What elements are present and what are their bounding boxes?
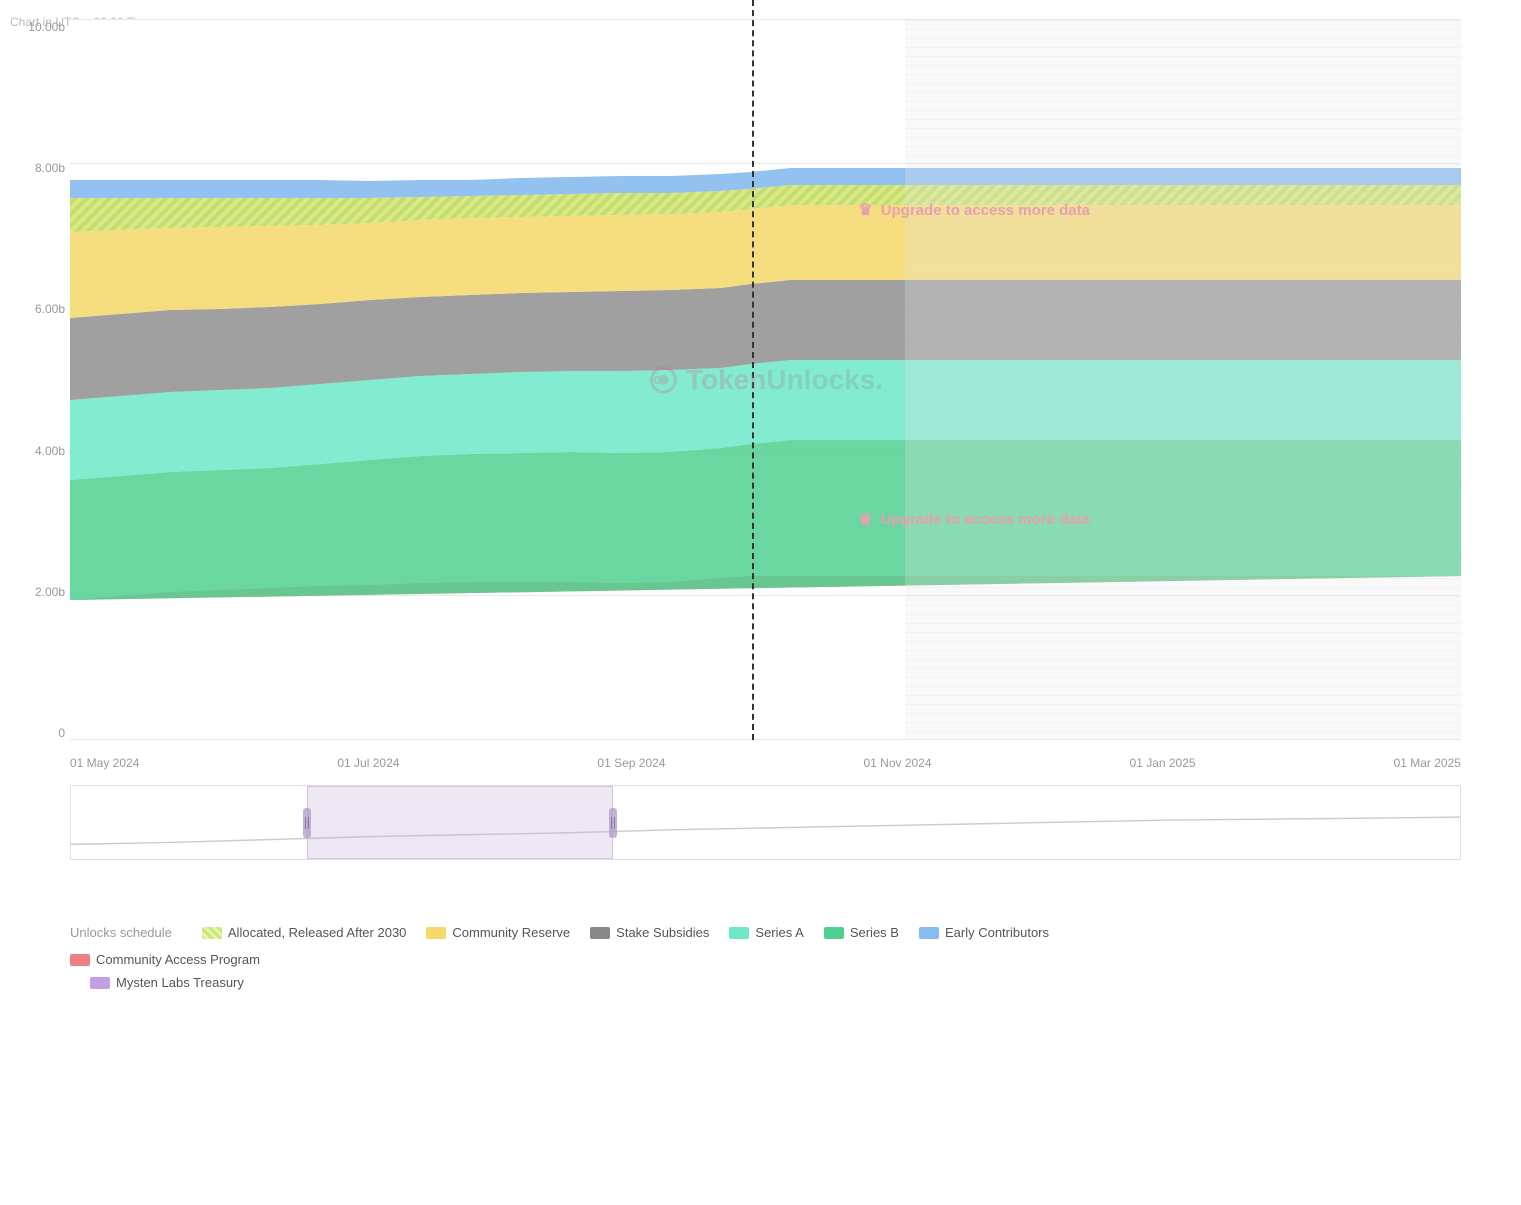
legend-swatch-stake: [590, 927, 610, 939]
y-label-0: 0: [10, 726, 65, 740]
legend-swatch-cap: [70, 954, 90, 966]
legend-item-allocated: Allocated, Released After 2030: [202, 925, 407, 940]
legend-label-stake: Stake Subsidies: [616, 925, 709, 940]
chart-area: 0 2.00b 4.00b 6.00b 8.00b 10.00b: [70, 20, 1461, 740]
legend-item-series-b: Series B: [824, 925, 899, 940]
navigator[interactable]: [70, 785, 1461, 860]
legend: Unlocks schedule Allocated, Released Aft…: [70, 910, 1461, 1005]
legend-swatch-early-contributors: [919, 927, 939, 939]
legend-label-series-a: Series A: [755, 925, 803, 940]
legend-item-mysten: Mysten Labs Treasury: [90, 975, 244, 990]
chart-wrapper: Chart in UTC + 00:00 Time 0 2.00b 4.00b …: [0, 0, 1521, 1205]
crown-icon-bottom: ♛: [858, 510, 872, 530]
legend-swatch-community-reserve: [426, 927, 446, 939]
legend-label-cap: Community Access Program: [96, 952, 260, 967]
x-axis: 01 May 2024 01 Jul 2024 01 Sep 2024 01 N…: [70, 756, 1461, 770]
x-label-5: 01 Mar 2025: [1394, 756, 1461, 770]
upgrade-banner-top[interactable]: ♛ Upgrade to access more data: [858, 200, 1090, 220]
legend-item-early-contributors: Early Contributors: [919, 925, 1049, 940]
x-label-0: 01 May 2024: [70, 756, 139, 770]
navigator-handle-right[interactable]: [609, 808, 617, 838]
legend-label-community-reserve: Community Reserve: [452, 925, 570, 940]
legend-item-cap: Community Access Program: [70, 952, 1461, 967]
handle-lines-left: [305, 817, 309, 829]
legend-swatch-mysten: [90, 977, 110, 989]
legend-item-series-a: Series A: [729, 925, 803, 940]
today-line: Today: [752, 0, 754, 740]
legend-item-community-reserve: Community Reserve: [426, 925, 570, 940]
legend-item-stake: Stake Subsidies: [590, 925, 709, 940]
y-label-2b: 2.00b: [10, 585, 65, 599]
legend-label-allocated: Allocated, Released After 2030: [228, 925, 407, 940]
legend-swatch-series-a: [729, 927, 749, 939]
upgrade-text-bottom: Upgrade to access more data: [881, 511, 1090, 528]
x-label-3: 01 Nov 2024: [863, 756, 931, 770]
y-label-6b: 6.00b: [10, 302, 65, 316]
legend-swatch-allocated: [202, 927, 222, 939]
legend-label-mysten: Mysten Labs Treasury: [116, 975, 244, 990]
navigator-range[interactable]: [307, 786, 613, 859]
x-label-4: 01 Jan 2025: [1130, 756, 1196, 770]
upgrade-banner-bottom[interactable]: ♛ Upgrade to access more data: [858, 510, 1090, 530]
legend-title: Unlocks schedule: [70, 925, 172, 940]
y-label-8b: 8.00b: [10, 161, 65, 175]
navigator-handle-left[interactable]: [303, 808, 311, 838]
upgrade-text-top: Upgrade to access more data: [881, 202, 1090, 219]
handle-lines-right: [611, 817, 615, 829]
legend-swatch-series-b: [824, 927, 844, 939]
navigator-svg: [71, 786, 1460, 859]
x-label-1: 01 Jul 2024: [337, 756, 399, 770]
x-label-2: 01 Sep 2024: [597, 756, 665, 770]
chart-svg: [70, 20, 1461, 740]
legend-label-early-contributors: Early Contributors: [945, 925, 1049, 940]
crown-icon-top: ♛: [858, 200, 872, 220]
y-label-4b: 4.00b: [10, 444, 65, 458]
y-axis: 0 2.00b 4.00b 6.00b 8.00b 10.00b: [10, 20, 65, 740]
y-label-10b: 10.00b: [10, 20, 65, 34]
legend-label-series-b: Series B: [850, 925, 899, 940]
